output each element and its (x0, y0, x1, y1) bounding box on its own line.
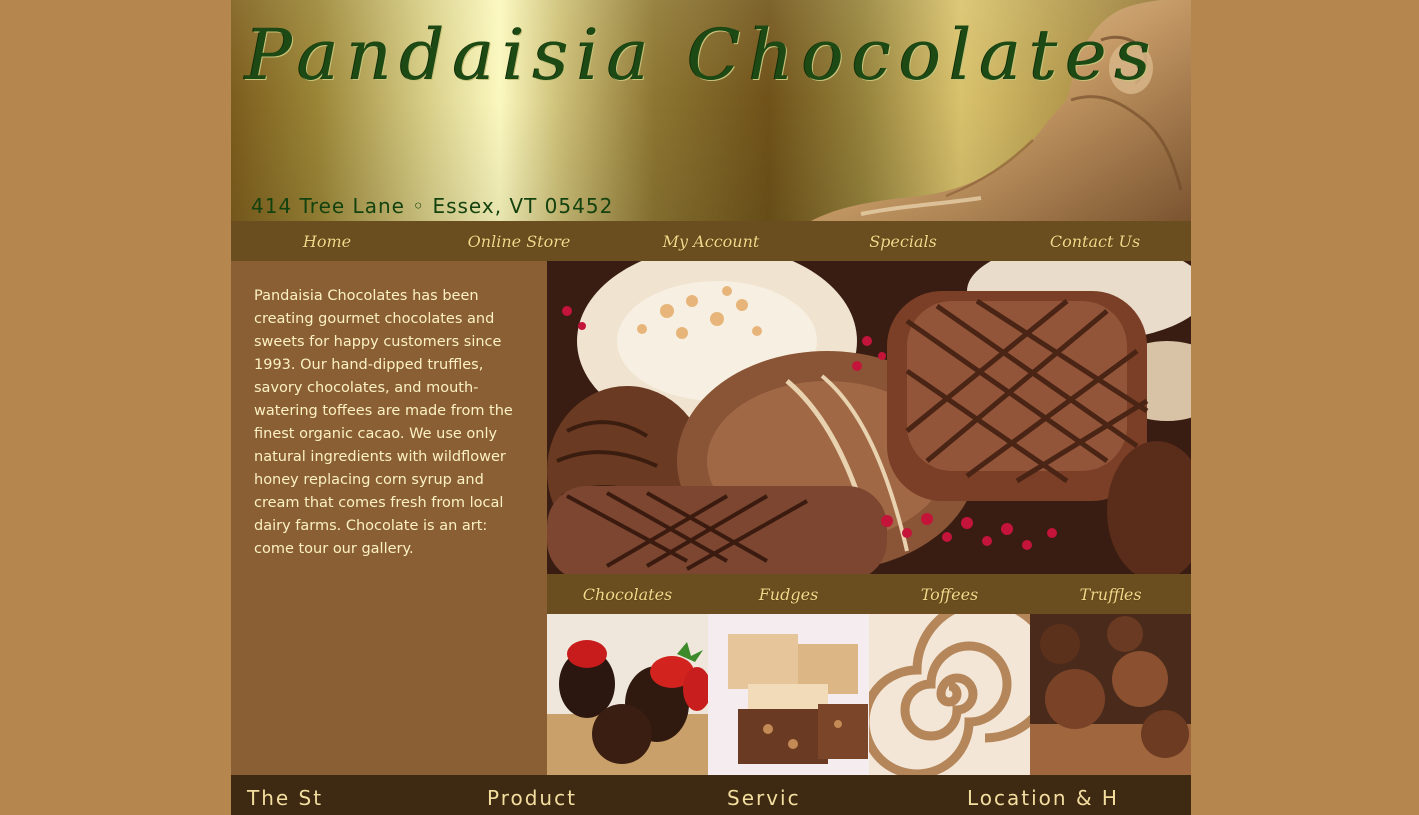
category-thumbnails (547, 614, 1191, 775)
category-toffees[interactable]: Toffees (869, 574, 1030, 614)
page-container: Pandaisia Chocolates 414 Tree Lane ◦ Ess… (231, 0, 1191, 815)
nav-home[interactable]: Home (231, 221, 423, 261)
footer-heading-location: Location & H (967, 786, 1119, 810)
fudge-squares-image[interactable] (708, 614, 869, 775)
category-truffles[interactable]: Truffles (1030, 574, 1191, 614)
main-navigation: Home Online Store My Account Specials Co… (231, 221, 1191, 261)
brand-logo-text[interactable]: Pandaisia Chocolates (245, 14, 1159, 96)
category-navigation: Chocolates Fudges Toffees Truffles (547, 574, 1191, 614)
intro-paragraph: Pandaisia Chocolates has been creating g… (254, 288, 513, 557)
footer-heading-store: The St (247, 786, 324, 810)
cocoa-truffles-image[interactable] (1030, 614, 1191, 775)
site-header: Pandaisia Chocolates 414 Tree Lane ◦ Ess… (231, 0, 1191, 221)
category-chocolates[interactable]: Chocolates (547, 574, 708, 614)
site-footer: The St Product Servic Location & H (231, 775, 1191, 815)
footer-heading-products: Product (487, 786, 577, 810)
footer-heading-services: Servic (727, 786, 801, 810)
nav-contact-us[interactable]: Contact Us (999, 221, 1191, 261)
chocolate-swirl-image[interactable] (869, 614, 1030, 775)
nav-online-store[interactable]: Online Store (423, 221, 615, 261)
category-fudges[interactable]: Fudges (708, 574, 869, 614)
nav-specials[interactable]: Specials (807, 221, 999, 261)
store-address: 414 Tree Lane ◦ Essex, VT 05452 (251, 194, 614, 218)
nav-my-account[interactable]: My Account (615, 221, 807, 261)
chocolate-strawberries-image[interactable] (547, 614, 708, 775)
hero-chocolates-image (547, 261, 1191, 574)
